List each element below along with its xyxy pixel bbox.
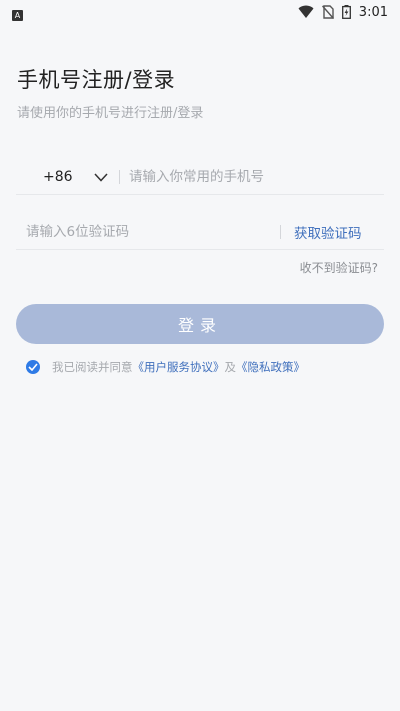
status-time: 3:01	[358, 4, 388, 20]
get-code-button[interactable]: 获取验证码	[294, 222, 362, 242]
battery-icon	[341, 5, 351, 19]
page-title: 手机号注册/登录	[17, 68, 176, 92]
app-notification-icon: A	[12, 9, 23, 21]
page-subtitle: 请使用你的手机号进行注册/登录	[17, 106, 204, 121]
phone-input[interactable]	[129, 169, 369, 185]
code-input[interactable]	[26, 224, 266, 240]
code-row: 获取验证码	[16, 215, 384, 250]
agreement-checkbox[interactable]	[26, 360, 40, 374]
agreement-prefix: 我已阅读并同意	[52, 360, 133, 374]
login-button[interactable]: 登录	[16, 304, 384, 344]
agreement-conjunction: 及	[224, 360, 237, 374]
code-divider	[280, 225, 281, 239]
check-icon	[28, 363, 38, 371]
status-bar: A 3:01	[0, 0, 400, 24]
login-screen: A 3:01 手机号注册/登录 请使用你的手机号进行注册/登录 +86 获	[0, 0, 400, 711]
phone-row: +86	[16, 160, 384, 195]
wifi-icon	[298, 5, 314, 19]
chevron-down-icon[interactable]	[93, 169, 109, 185]
user-agreement-link[interactable]: 《用户服务协议》	[133, 359, 225, 375]
privacy-policy-link[interactable]: 《隐私政策》	[236, 359, 305, 375]
country-code[interactable]: +86	[43, 169, 83, 185]
phone-divider	[119, 170, 120, 184]
agreement-row: 我已阅读并同意 《用户服务协议》 及 《隐私政策》	[26, 359, 305, 375]
no-code-link[interactable]: 收不到验证码?	[300, 259, 378, 276]
no-sim-icon	[321, 5, 334, 19]
